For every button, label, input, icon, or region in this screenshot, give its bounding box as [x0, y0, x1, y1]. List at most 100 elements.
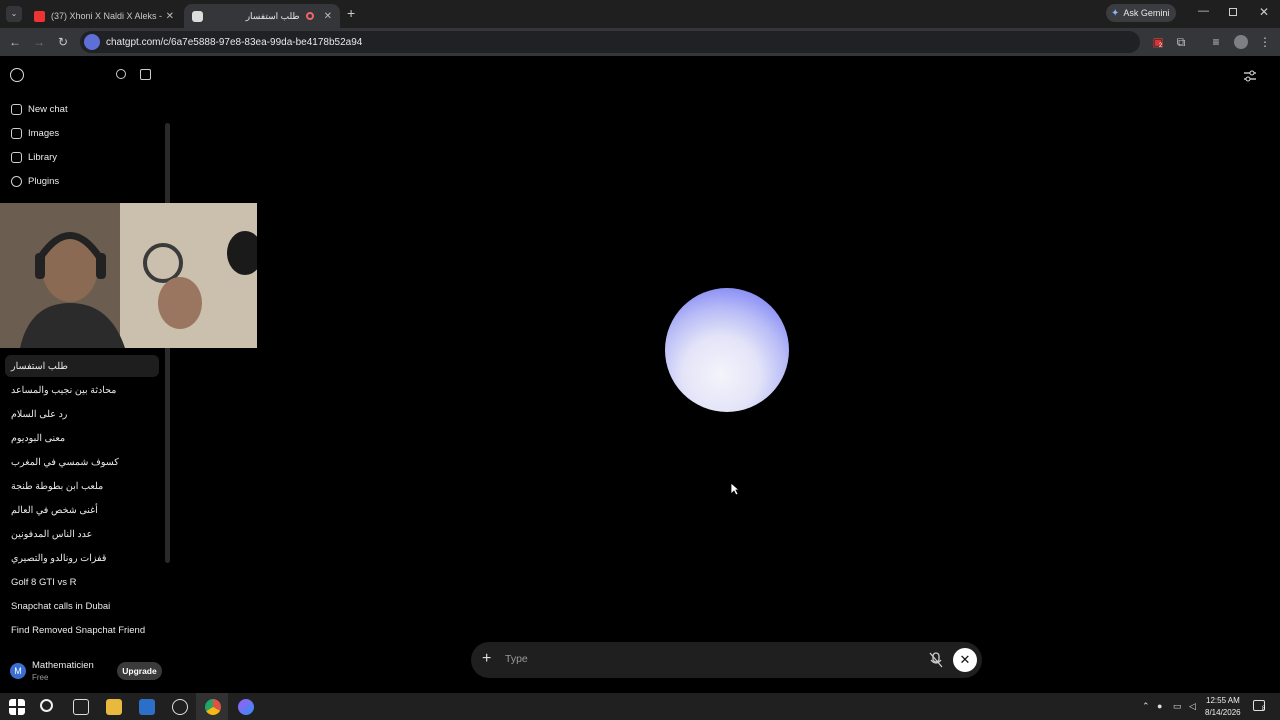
avatar: M — [10, 663, 26, 679]
nav-images[interactable]: Images — [11, 128, 59, 139]
windows-start-icon[interactable] — [9, 699, 25, 715]
active-app-indicator — [196, 693, 228, 720]
search-taskbar-icon[interactable] — [40, 699, 53, 712]
extension-badge: 2 — [1159, 43, 1163, 49]
history-item[interactable]: أغنى شخص في العالم — [5, 499, 159, 521]
tab-search-button[interactable]: ⌄ — [6, 6, 22, 22]
history-item[interactable]: معنى البوديوم — [5, 427, 159, 449]
history-item[interactable]: قفزات رونالدو والتصيري — [5, 547, 159, 569]
history-item[interactable]: رد على السلام — [5, 403, 159, 425]
voice-composer: + Type ✕ — [471, 642, 982, 678]
windows-taskbar: ⌃ ● ▭ ◁ 12:55 AM 8/14/2026 8 — [0, 693, 1280, 720]
history-item[interactable]: محادثة بين نجيب والمساعد — [5, 379, 159, 401]
media-control-icon[interactable]: ≡ — [1208, 35, 1224, 49]
site-info-icon[interactable] — [84, 34, 100, 50]
profile-avatar[interactable] — [1234, 35, 1248, 49]
history-label: رد على السلام — [11, 408, 68, 420]
history-item[interactable]: طلب استفسار — [5, 355, 159, 377]
browser-menu-icon[interactable]: ⋮ — [1257, 35, 1273, 49]
camera-tray-icon[interactable]: ▭ — [1173, 701, 1182, 712]
history-label: محادثة بين نجيب والمساعد — [11, 384, 117, 396]
history-item[interactable]: Golf 8 GTI vs R — [5, 571, 159, 593]
history-label: كسوف شمسي في المغرب — [11, 456, 119, 468]
nav-label: New chat — [28, 104, 68, 115]
task-view-icon[interactable] — [73, 699, 89, 715]
url-text: chatgpt.com/c/6a7e5888-97e8-83ea-99da-be… — [106, 36, 363, 48]
mouse-cursor-icon — [730, 482, 740, 496]
images-icon — [11, 128, 22, 139]
chatgpt-app-icon[interactable] — [172, 699, 188, 715]
plugins-icon — [11, 176, 22, 187]
history-label: طلب استفسار — [11, 360, 68, 372]
sliders-icon — [1244, 70, 1256, 82]
nav-library[interactable]: Library — [11, 152, 57, 163]
chatgpt-logo-icon[interactable] — [10, 68, 24, 82]
chatgpt-icon — [192, 10, 203, 22]
add-attachment-button[interactable]: + — [482, 651, 491, 667]
mic-tray-icon[interactable]: ● — [1157, 701, 1162, 711]
tab-chatgpt[interactable]: طلب استفسار ✕ — [184, 4, 340, 28]
close-tab-icon[interactable]: ✕ — [324, 11, 332, 22]
user-menu[interactable]: M Mathematicien Free Upgrade — [0, 655, 172, 691]
back-icon[interactable]: ← — [7, 35, 23, 49]
nav-new-chat[interactable]: New chat — [11, 104, 68, 115]
tab-youtube[interactable]: (37) Xhoni X Naldi X Aleks - Ps... ✕ — [26, 4, 182, 28]
voice-orb — [665, 288, 789, 412]
sidebar-toggle-icon[interactable] — [140, 69, 151, 80]
reload-icon[interactable]: ↻ — [55, 35, 71, 49]
history-item[interactable]: ملعب ابن بطوطة طنجة — [5, 475, 159, 497]
upgrade-button[interactable]: Upgrade — [117, 662, 162, 680]
library-icon — [11, 152, 22, 163]
history-item[interactable]: Find Removed Snapchat Friend — [5, 619, 159, 641]
volume-icon[interactable]: ◁ — [1189, 701, 1196, 712]
notifications-count: 8 — [1262, 706, 1266, 712]
history-item[interactable]: عدد الناس المدفونين — [5, 523, 159, 545]
nav-plugins[interactable]: Plugins — [11, 176, 59, 187]
close-tab-icon[interactable]: ✕ — [166, 11, 174, 22]
new-tab-button[interactable]: + — [347, 5, 355, 21]
forward-icon[interactable]: → — [31, 35, 47, 49]
nav-label: Library — [28, 152, 58, 163]
history-label: قفزات رونالدو والتصيري — [11, 552, 107, 564]
history-label: Find Removed Snapchat Friend — [11, 624, 146, 636]
close-window-button[interactable]: ✕ — [1259, 5, 1269, 19]
webcam-overlay — [0, 203, 257, 348]
tray-chevron-icon[interactable]: ⌃ — [1142, 701, 1150, 712]
history-item[interactable]: كسوف شمسي في المغرب — [5, 451, 159, 473]
history-label: Snapchat calls in Dubai — [11, 600, 111, 612]
ask-gemini-label: Ask Gemini — [1123, 8, 1170, 18]
minimize-button[interactable]: — — [1198, 5, 1209, 17]
voice-settings-icon[interactable] — [1244, 69, 1256, 82]
history-label: معنى البوديوم — [11, 432, 66, 444]
edit-icon — [11, 104, 22, 115]
search-icon[interactable] — [116, 69, 126, 79]
store-icon[interactable] — [139, 699, 155, 715]
end-voice-button[interactable]: ✕ — [953, 648, 977, 672]
history-label: ملعب ابن بطوطة طنجة — [11, 480, 104, 492]
youtube-icon — [34, 10, 45, 22]
extensions-puzzle-icon[interactable]: ⧉ — [1173, 35, 1189, 49]
sidebar: New chat Images Library Plugins طلب استف… — [0, 58, 172, 693]
recording-icon — [305, 12, 314, 20]
webcam-video-frame — [0, 203, 257, 348]
restore-button[interactable] — [1229, 8, 1237, 16]
composer-input[interactable]: Type — [505, 653, 528, 665]
user-plan: Free — [32, 673, 49, 682]
messenger-icon[interactable] — [238, 699, 254, 715]
history-label: أغنى شخص في العالم — [11, 504, 98, 516]
user-name: Mathematicien — [32, 660, 94, 671]
ask-gemini-button[interactable]: ✦ Ask Gemini — [1106, 4, 1176, 22]
history-item[interactable]: Snapchat calls in Dubai — [5, 595, 159, 617]
nav-label: Images — [28, 128, 60, 139]
browser-tab-strip: ⌄ (37) Xhoni X Naldi X Aleks - Ps... ✕ ط… — [0, 0, 1280, 28]
mute-mic-icon[interactable] — [929, 652, 943, 668]
file-explorer-icon[interactable] — [106, 699, 122, 715]
address-bar[interactable]: chatgpt.com/c/6a7e5888-97e8-83ea-99da-be… — [80, 31, 1140, 53]
history-label: Golf 8 GTI vs R — [11, 576, 77, 588]
clock-time[interactable]: 12:55 AM — [1206, 696, 1240, 705]
extension-icon[interactable]: ▣ — [1150, 35, 1166, 49]
clock-date[interactable]: 8/14/2026 — [1205, 708, 1241, 717]
nav-label: Plugins — [28, 176, 60, 187]
tab-title: طلب استفسار — [245, 10, 300, 21]
gemini-icon: ✦ — [1111, 7, 1120, 19]
